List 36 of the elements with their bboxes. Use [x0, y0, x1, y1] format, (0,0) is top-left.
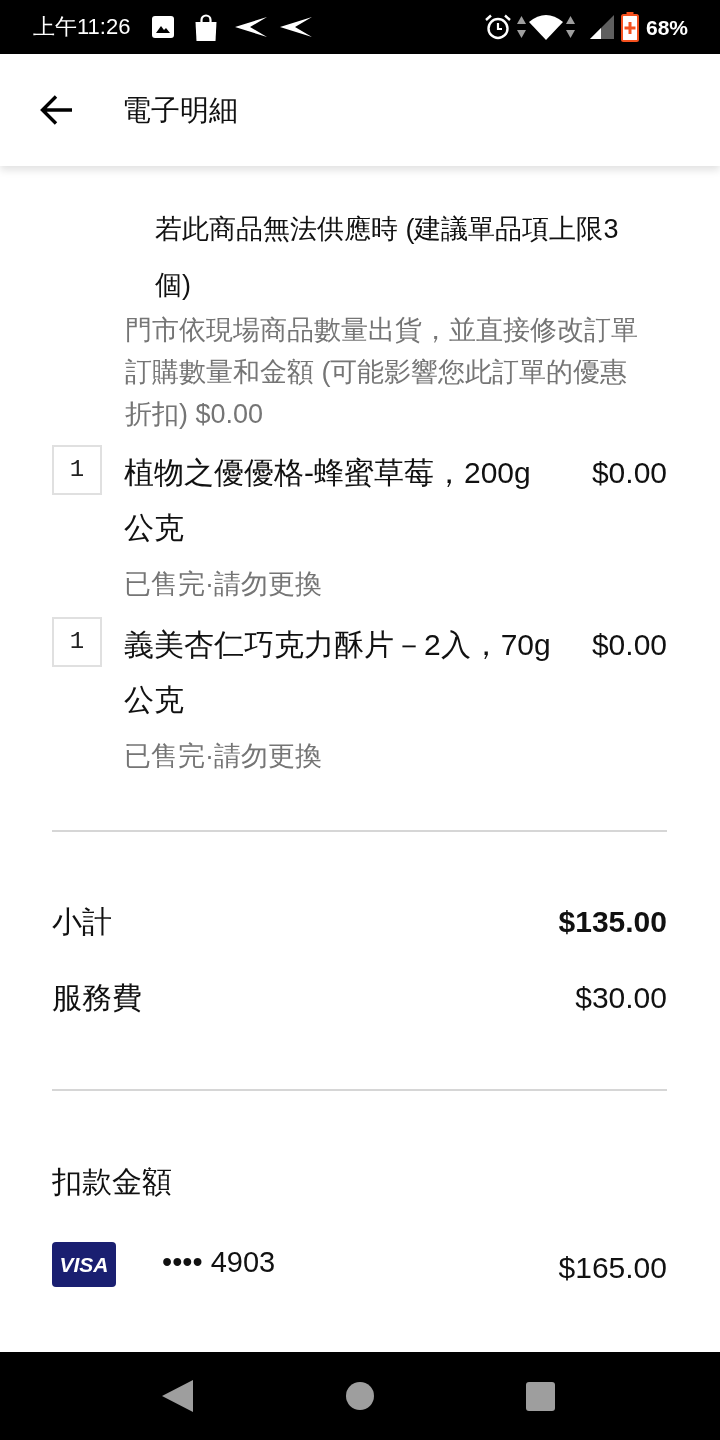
- image-icon: [152, 16, 175, 38]
- total-amount: $30.00: [575, 980, 667, 1016]
- item-name: 義美杏仁巧克力酥片－2入，70g公克: [124, 627, 552, 718]
- data-arrows-icon: [516, 16, 526, 38]
- paper-plane-icon: [280, 16, 313, 38]
- status-time: 上午11:26: [33, 16, 131, 38]
- note-detail: 門市依現場商品數量出貨，並直接修改訂單訂購數量和金額 (可能影響您此訂單的優惠折扣) $0.00: [125, 314, 639, 431]
- back-triangle-icon[interactable]: [162, 1380, 193, 1412]
- data-arrows-icon: [565, 16, 575, 38]
- wifi-icon: [528, 14, 563, 40]
- battery-percentage: 68%: [645, 16, 688, 38]
- recents-square-icon[interactable]: [526, 1381, 555, 1411]
- item-status: 已售完·請勿更換: [124, 568, 323, 601]
- total-label: 服務費: [52, 980, 142, 1016]
- back-button[interactable]: [40, 94, 72, 126]
- item-price: $0.00: [591, 455, 667, 491]
- back-arrow-icon: [40, 95, 72, 125]
- quantity-box[interactable]: 1: [52, 445, 102, 495]
- item-price: $0.00: [591, 627, 667, 663]
- signal-icon: [589, 15, 614, 39]
- total-amount: $135.00: [558, 904, 667, 940]
- page-title: 電子明細: [122, 93, 238, 128]
- quantity-box[interactable]: 1: [52, 617, 102, 667]
- payment-amount: $165.00: [558, 1250, 667, 1286]
- card-brand-logo: VISA: [52, 1242, 116, 1287]
- paper-plane-icon: [235, 16, 268, 38]
- total-label: 小計: [52, 904, 112, 940]
- home-circle-icon[interactable]: [346, 1382, 374, 1410]
- battery-icon: [620, 12, 639, 42]
- alarm-clock-icon: [484, 14, 511, 40]
- card-number: •••• 4903: [162, 1245, 276, 1280]
- item-status: 已售完·請勿更換: [124, 740, 323, 773]
- item-name: 植物之優優格-蜂蜜草莓，200g公克: [124, 455, 532, 546]
- note-title: 若此商品無法供應時 (建議單品項上限3個): [155, 213, 620, 302]
- payment-title: 扣款金額: [52, 1164, 173, 1200]
- shopping-bag-icon: [194, 13, 219, 41]
